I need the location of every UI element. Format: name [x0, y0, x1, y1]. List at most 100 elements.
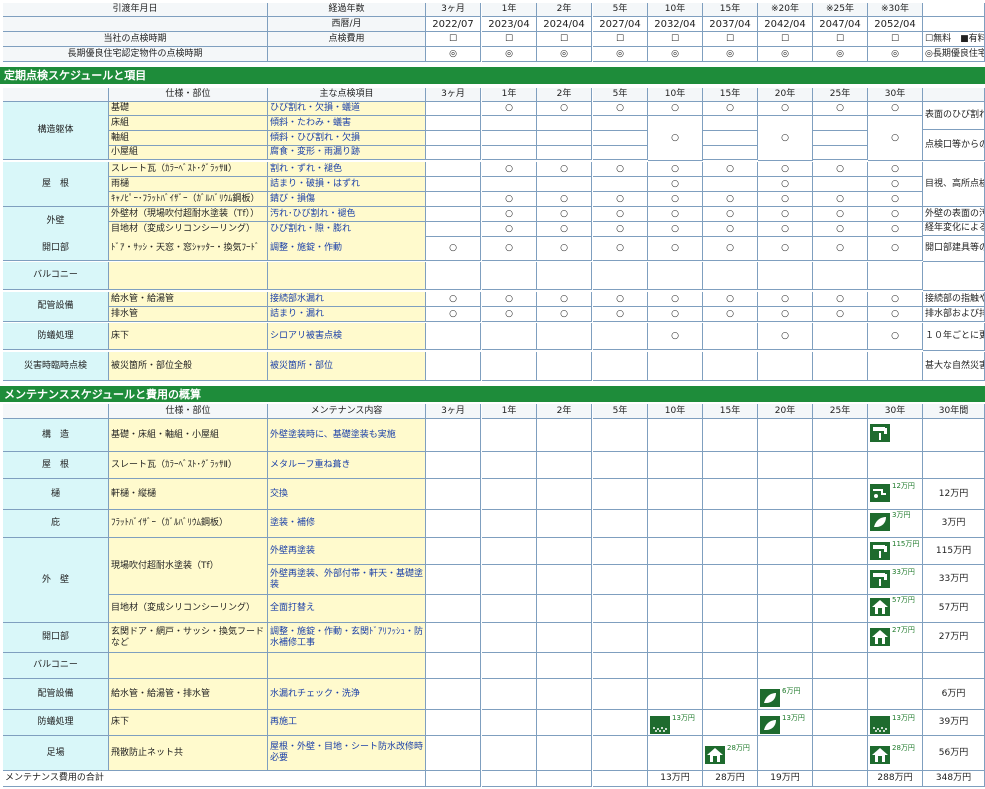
maintenance-item[interactable]: 外壁再塗装	[268, 538, 426, 565]
inspection-item[interactable]: 接続部水漏れ	[268, 292, 426, 307]
schedule-cell	[813, 479, 868, 510]
schedule-cell	[813, 565, 868, 595]
schedule-cell	[758, 595, 813, 623]
interval-mark: ○	[868, 236, 923, 261]
schedule-cell	[426, 452, 481, 479]
maintenance-item[interactable]: 塗装・補修	[268, 510, 426, 538]
inspection-cost-val[interactable]: ☐	[648, 32, 703, 47]
note-cell: 点検口等からの	[923, 130, 985, 161]
interval-mark: ○	[593, 222, 648, 237]
inspection-item[interactable]: 傾斜・ひび割れ・欠損	[268, 131, 426, 146]
inspection-item[interactable]: 錆び・損傷	[268, 192, 426, 207]
spec-cell: 基礎・床組・軸組・小屋組	[109, 419, 268, 452]
inspection-item[interactable]: ひび割れ・隙・膨れ	[268, 222, 426, 237]
interval-mark	[482, 116, 537, 131]
interval-mark: ○	[537, 207, 592, 222]
maintenance-item[interactable]: 再施工	[268, 710, 426, 736]
inspection-item[interactable]: 汚れ･ひび割れ・褪色	[268, 207, 426, 222]
inspection-cost-val[interactable]: ☐	[426, 32, 481, 47]
inspection-item[interactable]: 詰まり・漏れ	[268, 307, 426, 322]
inspection-item[interactable]: 割れ・ずれ・褪色	[268, 162, 426, 177]
inspection-cost-val[interactable]: ☐	[703, 32, 758, 47]
col-header-interval: 1年	[482, 404, 537, 419]
long-term-inspection-val: ◎	[593, 47, 648, 62]
interval-mark	[813, 262, 868, 290]
row-total: 33万円	[923, 565, 985, 595]
maintenance-item[interactable]: 交換	[268, 479, 426, 510]
interval-mark: ○	[758, 192, 813, 207]
maintenance-item[interactable]: 外壁再塗装、外部付帯・軒天・基礎塗装	[268, 565, 426, 595]
interval-mark	[482, 352, 537, 381]
interval-mark	[426, 162, 481, 177]
interval-mark: ○	[426, 236, 481, 261]
col-header-group	[3, 88, 109, 102]
col-header-total: 30年間	[923, 404, 985, 419]
inspection-item[interactable]: 傾斜・たわみ・蟻害	[268, 116, 426, 131]
inspection-cost-val[interactable]: ☐	[758, 32, 813, 47]
footer-sum: 13万円	[648, 771, 703, 787]
group-label: 防蟻処理	[3, 323, 109, 350]
schedule-cell	[482, 452, 537, 479]
row-total	[923, 653, 985, 679]
spec-cell: 雨樋	[109, 177, 268, 192]
inspection-item[interactable]: 詰まり・破損・はずれ	[268, 177, 426, 192]
inspection-cost-val[interactable]: ☐	[482, 32, 537, 47]
inspection-item[interactable]: 腐食・変形・雨漏り跡	[268, 146, 426, 160]
interval-mark: ○	[703, 236, 758, 261]
maintenance-item[interactable]: メタルーフ重ね葺き	[268, 452, 426, 479]
schedule-cell	[648, 479, 703, 510]
schedule-cell	[868, 653, 923, 679]
spec-cell: スレート瓦（ｶﾗｰﾍﾞｽﾄ･ｸﾞﾗｯｻⅡ）	[109, 452, 268, 479]
scaffold-icon	[870, 746, 890, 764]
note-cell	[923, 262, 985, 291]
interval-mark: ○	[648, 323, 703, 350]
maintenance-item[interactable]: 水漏れチェック・洗浄	[268, 679, 426, 710]
maintenance-item[interactable]: 外壁塗装時に、基礎塗装も実施	[268, 419, 426, 452]
inspection-item[interactable]: ひび割れ・欠損・蟻道	[268, 102, 426, 116]
schedule-cell	[426, 479, 481, 510]
inspection-item[interactable]: 調整・施錠・作動	[268, 236, 426, 261]
year-month-note	[923, 17, 985, 32]
spec-cell: 玄関ドア・網戸・サッシ・換気フードなど	[109, 623, 268, 653]
interval-mark	[703, 262, 758, 290]
interval-mark: ○	[648, 307, 703, 322]
inspection-cost-val[interactable]: ☐	[813, 32, 868, 47]
inspection-item[interactable]: 被災箇所・部位	[268, 352, 426, 381]
termite-treatment-icon	[650, 716, 670, 734]
interval-mark	[482, 177, 537, 192]
long-term-inspection-mid	[268, 47, 426, 62]
schedule-cell	[703, 452, 758, 479]
inspection-item[interactable]	[268, 262, 426, 290]
maintenance-item[interactable]: 調整・施錠・作動・玄関ﾄﾞｱﾘﾌｯｼｭ・防水補修工事	[268, 623, 426, 653]
inspection-cost-val[interactable]: ☐	[537, 32, 592, 47]
schedule-cell	[537, 479, 592, 510]
interval-mark	[537, 177, 592, 192]
interval-mark	[593, 146, 648, 160]
schedule-cell	[868, 452, 923, 479]
maintenance-item[interactable]: 全面打替え	[268, 595, 426, 623]
inspection-cost-val[interactable]: ☐	[868, 32, 923, 47]
inspection-cost-val[interactable]: ☐	[593, 32, 648, 47]
elapsed-years-val: ※25年	[813, 3, 868, 17]
col-header-interval: 20年	[758, 404, 813, 419]
maintenance-item[interactable]: 屋根・外壁・目地・シート防水改修時必要	[268, 736, 426, 771]
interval-mark: ○	[648, 292, 703, 307]
interval-mark: ○	[482, 207, 537, 222]
interval-mark: ○	[482, 307, 537, 322]
schedule-cell	[868, 679, 923, 710]
schedule-cell	[758, 479, 813, 510]
maintenance-item[interactable]	[268, 653, 426, 679]
interval-mark	[593, 116, 648, 131]
elapsed-years-val: 15年	[703, 3, 758, 17]
group-label: バルコニー	[3, 262, 109, 290]
schedule-cell	[593, 623, 648, 653]
interval-mark: ○	[426, 307, 481, 322]
interval-mark	[426, 177, 481, 192]
interval-mark	[537, 352, 592, 381]
schedule-cell	[758, 736, 813, 771]
interval-mark	[813, 177, 868, 192]
schedule-cell	[703, 595, 758, 623]
inspection-item[interactable]: シロアリ被害点検	[268, 323, 426, 350]
schedule-cell	[593, 653, 648, 679]
interval-mark	[426, 131, 481, 146]
